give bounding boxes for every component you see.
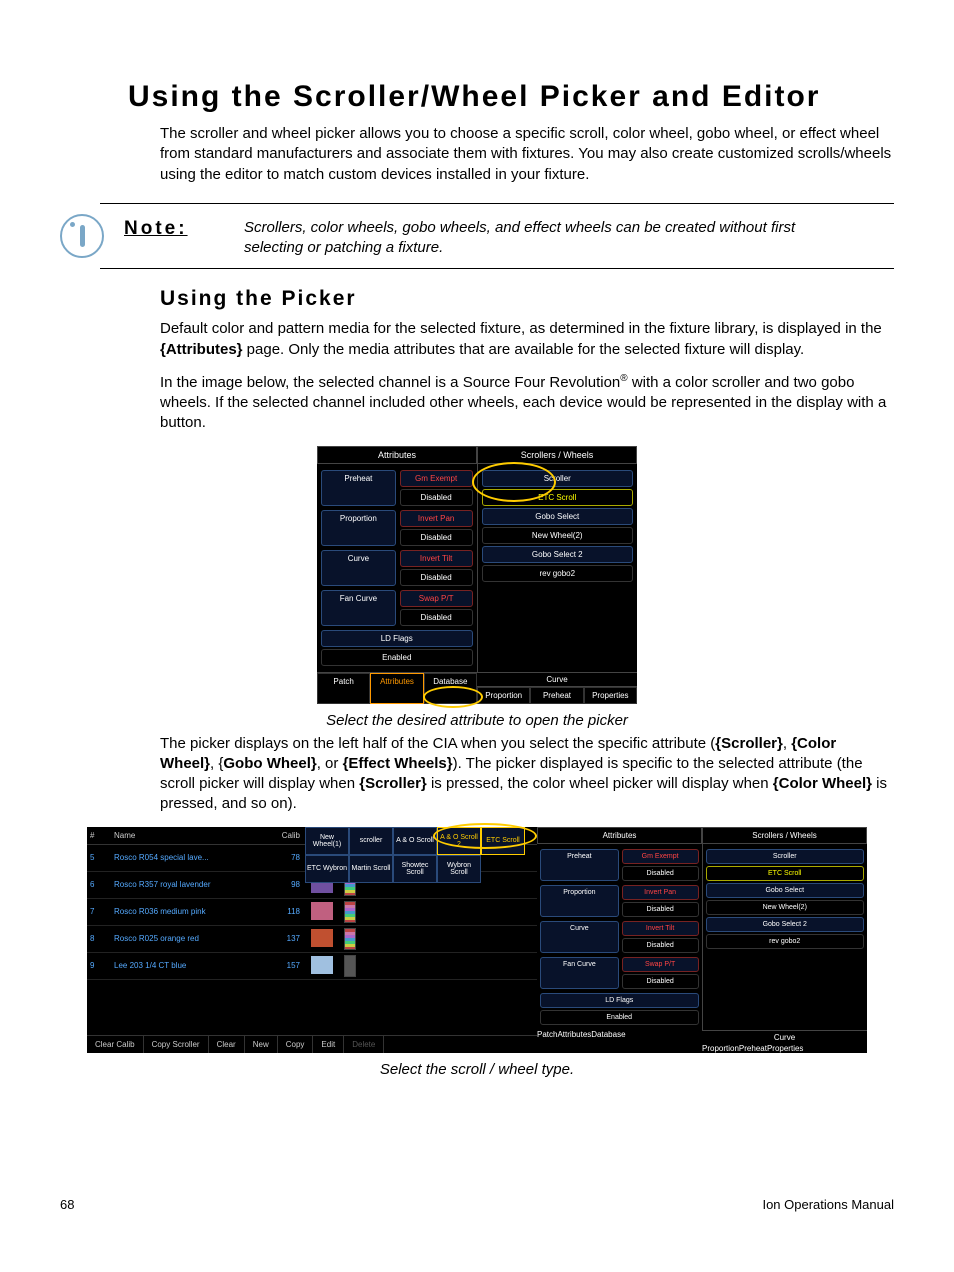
- p3: In the image below, the selected channel…: [160, 372, 894, 434]
- attr-toggle[interactable]: Swap P/T: [400, 590, 473, 607]
- scroll-type-button[interactable]: Martin Scroll: [349, 855, 393, 883]
- attr-state: Disabled: [400, 489, 473, 506]
- attr-toggle[interactable]: Invert Tilt: [400, 550, 473, 567]
- note-block: Note: Scrollers, color wheels, gobo whee…: [60, 203, 894, 270]
- col-name: Name: [111, 827, 262, 844]
- manual-title: Ion Operations Manual: [762, 1197, 894, 1212]
- attr-button[interactable]: Preheat: [540, 849, 619, 881]
- attr-toggle[interactable]: Invert Pan: [622, 885, 699, 900]
- tab[interactable]: Properties: [767, 1044, 803, 1053]
- scroll-type-button[interactable]: A & O Scroll: [393, 827, 437, 855]
- p2: Default color and pattern media for the …: [160, 319, 894, 360]
- tab[interactable]: Database: [424, 673, 477, 704]
- intro-paragraph: The scroller and wheel picker allows you…: [160, 124, 894, 185]
- attr-state: Disabled: [622, 902, 699, 917]
- fig2-hdr-attributes: Attributes: [537, 827, 702, 844]
- wheel-value: ETC Scroll: [706, 866, 865, 881]
- attr-state: Enabled: [540, 1010, 699, 1025]
- scroll-type-button[interactable]: Wybron Scroll: [437, 855, 481, 883]
- fig1-hdr-scrollers: Scrollers / Wheels: [477, 446, 637, 464]
- action-button[interactable]: New: [245, 1036, 278, 1053]
- attr-toggle[interactable]: Invert Tilt: [622, 921, 699, 936]
- attr-button[interactable]: Proportion: [321, 510, 396, 546]
- attr-state: Enabled: [321, 649, 473, 666]
- tab[interactable]: Preheat: [530, 687, 583, 704]
- tab[interactable]: Proportion: [702, 1044, 739, 1053]
- action-button[interactable]: Delete: [344, 1036, 384, 1053]
- note-label: Note:: [124, 214, 244, 240]
- attr-state: Disabled: [400, 609, 473, 626]
- tab[interactable]: Patch: [317, 673, 370, 704]
- scroll-type-button[interactable]: scroller: [349, 827, 393, 855]
- wheel-button[interactable]: Scroller: [482, 470, 634, 487]
- wheel-button[interactable]: Gobo Select: [482, 508, 634, 525]
- attr-button[interactable]: Fan Curve: [540, 957, 619, 989]
- tab[interactable]: Preheat: [739, 1044, 767, 1053]
- col-calib: Calib: [262, 827, 308, 844]
- p4: The picker displays on the left half of …: [160, 734, 894, 815]
- attr-button[interactable]: LD Flags: [540, 993, 699, 1008]
- fig1-hdr-attributes: Attributes: [317, 446, 477, 464]
- tab[interactable]: Attributes: [370, 673, 423, 704]
- figure-attributes-panel: Attributes Scrollers / Wheels PreheatGm …: [317, 446, 637, 704]
- fig2-curve-label: Curve: [702, 1030, 867, 1044]
- heading-main: Using the Scroller/Wheel Picker and Edit…: [128, 80, 894, 114]
- col-num: #: [87, 827, 111, 844]
- scroll-type-button[interactable]: Showtec Scroll: [393, 855, 437, 883]
- attr-button[interactable]: Curve: [321, 550, 396, 586]
- scroll-type-button[interactable]: New Wheel(1): [305, 827, 349, 855]
- action-button[interactable]: Clear Calib: [87, 1036, 144, 1053]
- wheel-value: New Wheel(2): [482, 527, 634, 544]
- wheel-value: rev gobo2: [482, 565, 634, 582]
- attr-toggle[interactable]: Invert Pan: [400, 510, 473, 527]
- attr-state: Disabled: [622, 974, 699, 989]
- wheel-button[interactable]: Gobo Select 2: [706, 917, 865, 932]
- attr-toggle[interactable]: Gm Exempt: [400, 470, 473, 487]
- tab[interactable]: Database: [591, 1030, 625, 1053]
- attr-state: Disabled: [622, 866, 699, 881]
- scroll-type-button[interactable]: ETC Wybron: [305, 855, 349, 883]
- fig1-curve-label: Curve: [477, 672, 637, 686]
- wheel-value: rev gobo2: [706, 934, 865, 949]
- action-button[interactable]: Copy Scroller: [144, 1036, 209, 1053]
- fig2-hdr-scrollers: Scrollers / Wheels: [702, 827, 867, 844]
- figure-picker-panel: # Name Calib C/G ^ 5Rosco R054 special l…: [87, 827, 867, 1053]
- wheel-button[interactable]: Scroller: [706, 849, 865, 864]
- figure2-caption: Select the scroll / wheel type.: [60, 1061, 894, 1078]
- wheel-value: New Wheel(2): [706, 900, 865, 915]
- wheel-value: ETC Scroll: [482, 489, 634, 506]
- scroll-type-button[interactable]: A & O Scroll 2: [437, 827, 481, 855]
- tab[interactable]: Patch: [537, 1030, 557, 1053]
- info-icon: [60, 214, 104, 258]
- page-footer: 68 Ion Operations Manual: [60, 1197, 894, 1212]
- page-number: 68: [60, 1197, 74, 1212]
- attr-button[interactable]: Curve: [540, 921, 619, 953]
- figure1-caption: Select the desired attribute to open the…: [60, 712, 894, 730]
- tab[interactable]: Proportion: [477, 687, 530, 704]
- attr-button[interactable]: Preheat: [321, 470, 396, 506]
- wheel-button[interactable]: Gobo Select: [706, 883, 865, 898]
- attr-state: Disabled: [400, 569, 473, 586]
- heading-sub: Using the Picker: [160, 287, 894, 311]
- attr-toggle[interactable]: Swap P/T: [622, 957, 699, 972]
- tab[interactable]: Properties: [584, 687, 637, 704]
- attr-button[interactable]: Fan Curve: [321, 590, 396, 626]
- attr-state: Disabled: [400, 529, 473, 546]
- action-button[interactable]: Clear: [209, 1036, 245, 1053]
- attr-toggle[interactable]: Gm Exempt: [622, 849, 699, 864]
- attr-button[interactable]: LD Flags: [321, 630, 473, 647]
- attr-state: Disabled: [622, 938, 699, 953]
- action-button[interactable]: Copy: [278, 1036, 314, 1053]
- scroll-type-button[interactable]: ETC Scroll: [481, 827, 525, 855]
- tab[interactable]: Attributes: [557, 1030, 591, 1053]
- wheel-button[interactable]: Gobo Select 2: [482, 546, 634, 563]
- note-body: Scrollers, color wheels, gobo wheels, an…: [244, 214, 824, 259]
- action-button[interactable]: Edit: [313, 1036, 344, 1053]
- attr-button[interactable]: Proportion: [540, 885, 619, 917]
